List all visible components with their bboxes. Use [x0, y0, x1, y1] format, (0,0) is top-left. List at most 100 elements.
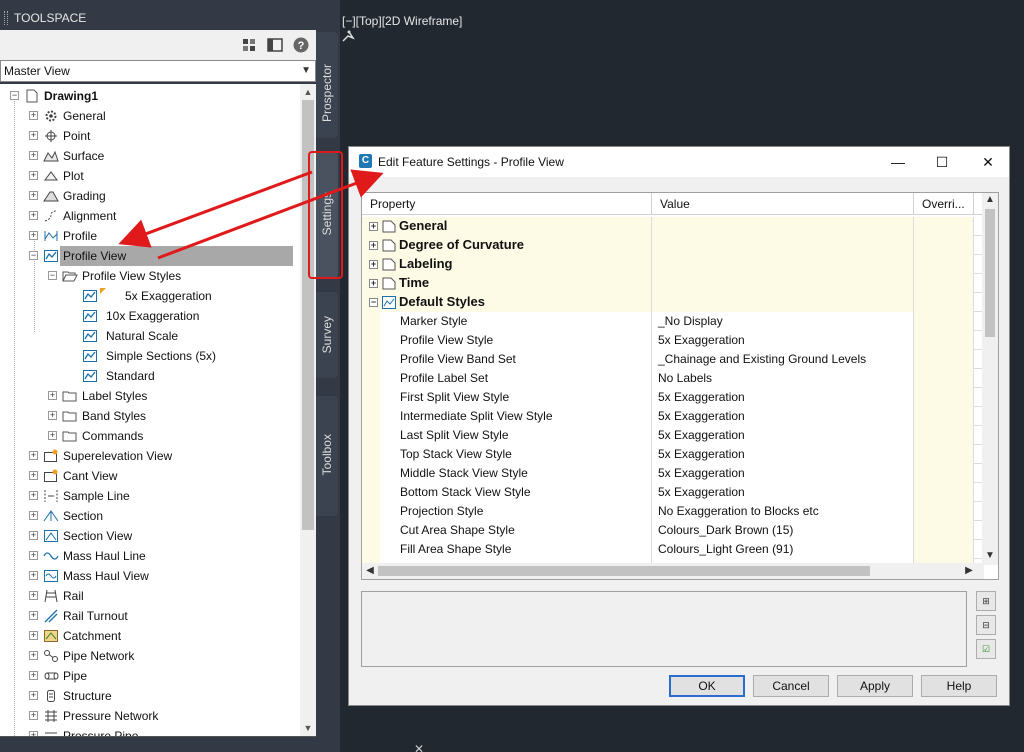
- ok-button[interactable]: OK: [669, 675, 745, 697]
- tree-item-point[interactable]: + Point: [0, 126, 300, 146]
- expand-icon[interactable]: +: [29, 211, 38, 220]
- override-cell[interactable]: [914, 388, 974, 407]
- expand-icon[interactable]: +: [29, 551, 38, 560]
- property-row[interactable]: Bottom Stack View Style 5x Exaggeration: [362, 483, 982, 502]
- tree-item-pressure-network[interactable]: + Pressure Network: [0, 706, 300, 726]
- expand-icon[interactable]: +: [369, 222, 378, 231]
- property-value[interactable]: 5x Exaggeration: [652, 407, 914, 426]
- override-cell[interactable]: [914, 483, 974, 502]
- scroll-thumb-horizontal[interactable]: [378, 566, 870, 576]
- expand-icon[interactable]: +: [29, 611, 38, 620]
- tree-item-sample-line[interactable]: + Sample Line: [0, 486, 300, 506]
- property-value[interactable]: 5x Exaggeration: [652, 483, 914, 502]
- expand-icon[interactable]: +: [29, 531, 38, 540]
- tree-item-pressure-pipe[interactable]: + Pressure Pipe: [0, 726, 300, 736]
- property-row[interactable]: Projection Style No Exaggeration to Block…: [362, 502, 982, 521]
- view-selector-dropdown[interactable]: Master View ▼: [0, 60, 316, 82]
- override-cell[interactable]: [914, 464, 974, 483]
- expand-icon[interactable]: +: [29, 591, 38, 600]
- list-view-icon[interactable]: [267, 38, 283, 52]
- property-value[interactable]: _No Display: [652, 312, 914, 331]
- override-cell[interactable]: [914, 331, 974, 350]
- grid-vertical-scrollbar[interactable]: ▲ ▼: [982, 193, 998, 565]
- override-cell[interactable]: [914, 521, 974, 540]
- collapse-icon[interactable]: −: [48, 271, 57, 280]
- category-row-degree-of-curvature[interactable]: + Degree of Curvature: [362, 236, 982, 255]
- item-view-icon[interactable]: [241, 38, 257, 52]
- scroll-left-icon[interactable]: ◀: [363, 563, 377, 579]
- tree-item-label-styles[interactable]: + Label Styles: [0, 386, 300, 406]
- scroll-right-icon[interactable]: ▶: [962, 563, 976, 579]
- expand-icon[interactable]: +: [29, 231, 38, 240]
- scroll-down-icon[interactable]: ▼: [300, 720, 316, 736]
- tree-item-grading[interactable]: + Grading: [0, 186, 300, 206]
- tree-item-profile-view-styles[interactable]: − Profile View Styles: [0, 266, 300, 286]
- tree-item-surface[interactable]: + Surface: [0, 146, 300, 166]
- property-row[interactable]: Profile Label Set No Labels: [362, 369, 982, 388]
- grid-horizontal-scrollbar[interactable]: ◀ ▶: [362, 563, 984, 579]
- property-row[interactable]: Intermediate Split View Style 5x Exaggera…: [362, 407, 982, 426]
- tree-item-pipe[interactable]: + Pipe: [0, 666, 300, 686]
- collapse-icon[interactable]: −: [10, 91, 19, 100]
- override-cell[interactable]: [914, 445, 974, 464]
- tree-item-rail[interactable]: + Rail: [0, 586, 300, 606]
- tree-item-standard[interactable]: Standard: [0, 366, 300, 386]
- column-header-value[interactable]: Value: [652, 193, 914, 215]
- scroll-up-icon[interactable]: ▲: [982, 194, 998, 208]
- override-cell[interactable]: [914, 540, 974, 559]
- tree-item-structure[interactable]: + Structure: [0, 686, 300, 706]
- tree-item-simple-sections-5x[interactable]: Simple Sections (5x): [0, 346, 300, 366]
- tree-item-band-styles[interactable]: + Band Styles: [0, 406, 300, 426]
- tree-item-section-view[interactable]: + Section View: [0, 526, 300, 546]
- help-button[interactable]: Help: [921, 675, 997, 697]
- expand-icon[interactable]: +: [29, 111, 38, 120]
- help-icon[interactable]: ?: [293, 37, 309, 53]
- property-row[interactable]: Cut Area Shape Style Colours_Dark Brown (…: [362, 521, 982, 540]
- expand-icon[interactable]: +: [29, 131, 38, 140]
- expand-icon[interactable]: +: [29, 711, 38, 720]
- category-row-general[interactable]: + General: [362, 217, 982, 236]
- property-row[interactable]: Top Stack View Style 5x Exaggeration: [362, 445, 982, 464]
- property-row[interactable]: Middle Stack View Style 5x Exaggeration: [362, 464, 982, 483]
- minimize-button[interactable]: —: [883, 151, 913, 173]
- expand-icon[interactable]: +: [369, 241, 378, 250]
- expand-icon[interactable]: +: [48, 411, 57, 420]
- tree-item-superelevation-view[interactable]: + Superelevation View: [0, 446, 300, 466]
- collapse-all-icon[interactable]: ⊟: [976, 615, 996, 635]
- expand-icon[interactable]: +: [29, 631, 38, 640]
- tree-item-rail-turnout[interactable]: + Rail Turnout: [0, 606, 300, 626]
- viewport-controls-label[interactable]: [−][Top][2D Wireframe]: [342, 14, 462, 28]
- tree-item-section[interactable]: + Section: [0, 506, 300, 526]
- expand-icon[interactable]: +: [29, 491, 38, 500]
- override-cell[interactable]: [914, 369, 974, 388]
- tree-item-catchment[interactable]: + Catchment: [0, 626, 300, 646]
- expand-all-icon[interactable]: ⊞: [976, 591, 996, 611]
- maximize-button[interactable]: ☐: [927, 151, 957, 173]
- property-value[interactable]: _Chainage and Existing Ground Levels: [652, 350, 914, 369]
- column-header-override[interactable]: Overri...: [914, 193, 974, 215]
- collapse-icon[interactable]: −: [29, 251, 38, 260]
- tree-item-alignment[interactable]: + Alignment: [0, 206, 300, 226]
- scroll-up-icon[interactable]: ▲: [300, 84, 316, 100]
- tree-item-mass-haul-line[interactable]: + Mass Haul Line: [0, 546, 300, 566]
- property-row[interactable]: Last Split View Style 5x Exaggeration: [362, 426, 982, 445]
- property-value[interactable]: Colours_Dark Brown (15): [652, 521, 914, 540]
- property-row[interactable]: Profile View Band Set _Chainage and Exist…: [362, 350, 982, 369]
- category-row-default-styles[interactable]: − Default Styles: [362, 293, 982, 312]
- property-value[interactable]: No Exaggeration to Blocks etc: [652, 502, 914, 521]
- property-value[interactable]: Colours_Light Green (91): [652, 540, 914, 559]
- property-value[interactable]: 5x Exaggeration: [652, 426, 914, 445]
- tree-item-commands[interactable]: + Commands: [0, 426, 300, 446]
- dialog-titlebar[interactable]: C Edit Feature Settings - Profile View —…: [349, 147, 1009, 177]
- tab-prospector[interactable]: Prospector: [316, 32, 338, 138]
- expand-icon[interactable]: +: [29, 171, 38, 180]
- tree-item-mass-haul-view[interactable]: + Mass Haul View: [0, 566, 300, 586]
- property-row[interactable]: Profile View Style 5x Exaggeration: [362, 331, 982, 350]
- expand-icon[interactable]: +: [29, 191, 38, 200]
- tab-toolbox[interactable]: Toolbox: [316, 396, 338, 516]
- tree-item-5x-exaggeration[interactable]: 5x Exaggeration: [0, 286, 300, 306]
- expand-icon[interactable]: +: [369, 279, 378, 288]
- expand-icon[interactable]: +: [29, 571, 38, 580]
- property-row[interactable]: Marker Style _No Display: [362, 312, 982, 331]
- override-cell[interactable]: [914, 426, 974, 445]
